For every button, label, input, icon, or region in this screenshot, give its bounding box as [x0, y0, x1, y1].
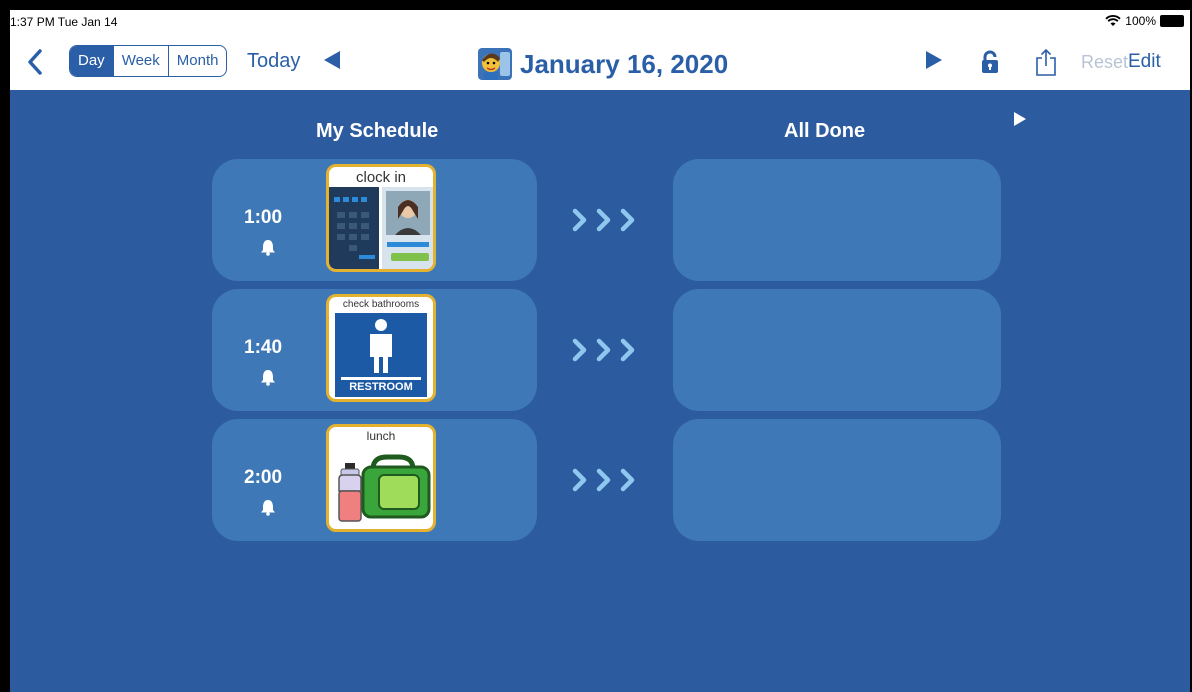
share-icon[interactable]	[1035, 48, 1057, 76]
view-segmented-control: Day Week Month	[69, 45, 228, 77]
bell-icon[interactable]	[260, 499, 276, 516]
activity-label: clock in	[355, 169, 407, 186]
done-slot[interactable]	[673, 289, 1001, 411]
segment-month[interactable]: Month	[169, 46, 227, 76]
segment-day[interactable]: Day	[70, 46, 114, 76]
chevrons-arrow-icon	[572, 338, 635, 362]
play-icon[interactable]	[1014, 112, 1026, 126]
row-time: 1:00	[244, 207, 283, 228]
schedule-row[interactable]: 1:40 check bathrooms RESTROOM	[212, 289, 537, 411]
row-time: 1:40	[244, 337, 283, 358]
restroom-sign: RESTROOM	[335, 313, 427, 397]
nav-bar: Day Week Month Today January 16, 2020 Re…	[10, 34, 1190, 90]
schedule-row[interactable]: 1:00 clock in	[212, 159, 537, 281]
battery-icon	[1160, 15, 1184, 27]
today-button[interactable]: Today	[247, 50, 300, 73]
schedule-row[interactable]: 2:00 lunch	[212, 419, 537, 541]
date-title: January 16, 2020	[520, 49, 729, 79]
schedule-area: My Schedule All Done 1:00 clock in 1:40 …	[10, 90, 1190, 692]
chevrons-arrow-icon	[572, 468, 635, 492]
chevrons-arrow-icon	[572, 208, 635, 232]
time-clock-picture-icon	[329, 187, 433, 269]
status-time: 1:37 PM Tue Jan 14	[10, 15, 118, 29]
activity-card[interactable]: clock in	[326, 164, 436, 272]
reset-button[interactable]: Reset	[1081, 52, 1128, 73]
next-day-arrow-icon[interactable]	[926, 51, 942, 69]
my-schedule-title: My Schedule	[316, 120, 439, 142]
bell-icon[interactable]	[260, 369, 276, 386]
row-time: 2:00	[244, 467, 283, 488]
wifi-icon	[1105, 15, 1121, 26]
battery-percent: 100%	[1125, 14, 1156, 28]
lock-open-icon[interactable]	[981, 50, 999, 74]
back-chevron-icon[interactable]	[24, 48, 46, 76]
done-slot[interactable]	[673, 419, 1001, 541]
restroom-text: RESTROOM	[349, 381, 413, 393]
all-done-title: All Done	[784, 120, 866, 142]
activity-label: lunch	[366, 429, 396, 443]
segment-week[interactable]: Week	[114, 46, 169, 76]
activity-card[interactable]: check bathrooms RESTROOM	[326, 294, 436, 402]
screen: 1:37 PM Tue Jan 14 100% Day Week Month T…	[10, 10, 1190, 692]
user-avatar-icon	[478, 48, 512, 80]
status-right: 100%	[1105, 14, 1184, 28]
status-bar: 1:37 PM Tue Jan 14 100%	[10, 10, 1190, 34]
activity-label: check bathrooms	[342, 299, 420, 310]
done-slot[interactable]	[673, 159, 1001, 281]
lunch-box-icon	[338, 454, 431, 522]
bell-icon[interactable]	[260, 239, 276, 256]
edit-button[interactable]: Edit	[1128, 51, 1161, 73]
activity-card[interactable]: lunch	[326, 424, 436, 532]
previous-day-arrow-icon[interactable]	[324, 51, 340, 69]
